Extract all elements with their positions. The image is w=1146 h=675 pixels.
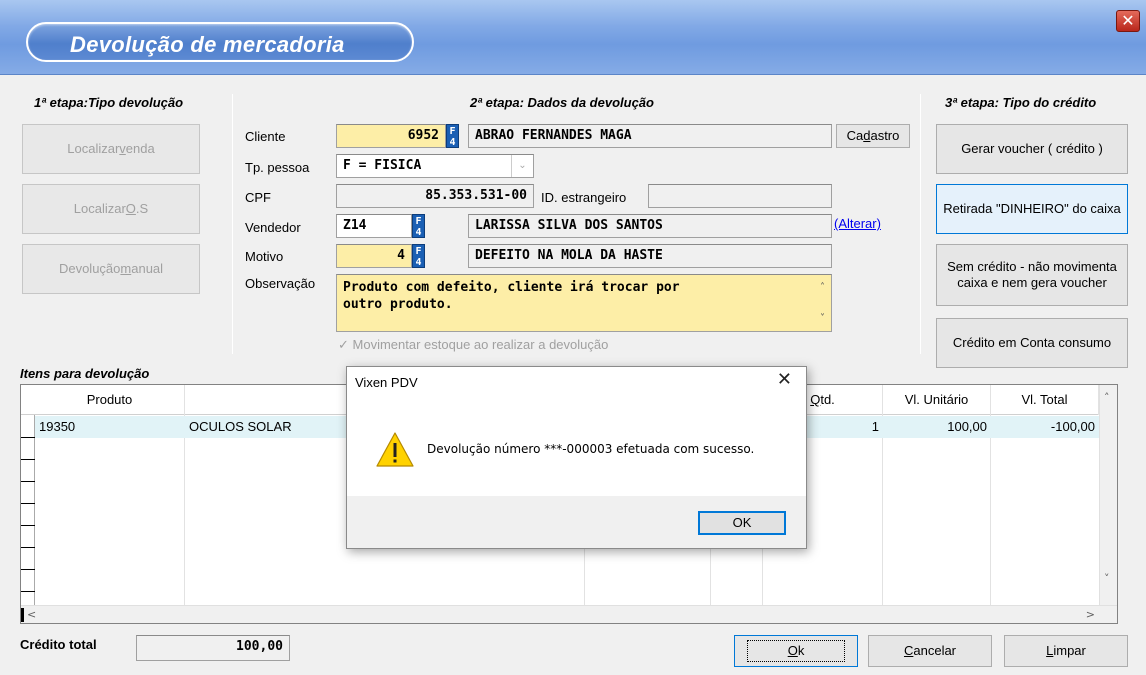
- window-title: Devolução de mercadoria: [70, 32, 345, 57]
- cpf-field[interactable]: 85.353.531-00: [336, 184, 534, 208]
- cliente-label: Cliente: [245, 129, 286, 144]
- warning-icon: [376, 432, 414, 467]
- vendedor-name-field: LARISSA SILVA DOS SANTOS: [468, 214, 832, 238]
- observacao-label: Observação: [245, 276, 316, 291]
- limpar-button[interactable]: Limpar: [1004, 635, 1128, 667]
- vendedor-code-field[interactable]: Z14: [336, 214, 412, 238]
- step2-title: 2ª etapa: Dados da devolução: [470, 95, 654, 110]
- col-produto: [35, 415, 185, 605]
- vertical-scrollbar[interactable]: ˄ ˅: [1099, 385, 1117, 605]
- separator-1: [232, 94, 233, 354]
- alterar-link[interactable]: (Alterar): [834, 216, 881, 231]
- main-window: Devolução de mercadoria ✕ 1ª etapa:Tipo …: [0, 0, 1146, 675]
- scroll-left-icon[interactable]: <: [27, 608, 36, 621]
- title-bar: Devolução de mercadoria ✕: [0, 0, 1146, 75]
- dialog-ok-button[interactable]: OK: [698, 511, 786, 535]
- retirada-dinheiro-button[interactable]: Retirada "DINHEIRO" do caixa: [936, 184, 1128, 234]
- scroll-up-icon[interactable]: ˄: [820, 279, 825, 296]
- close-icon[interactable]: ✕: [1116, 10, 1140, 32]
- step1-title: 1ª etapa:Tipo devolução: [34, 95, 184, 110]
- dialog-close-icon[interactable]: ✕: [777, 369, 792, 390]
- chevron-down-icon[interactable]: ⌄: [511, 155, 533, 177]
- itens-title: Itens para devolução: [20, 366, 150, 381]
- title-pill: Devolução de mercadoria: [26, 22, 414, 62]
- vendedor-f4-lookup-icon[interactable]: F 4: [412, 214, 425, 238]
- tp-pessoa-select[interactable]: F = FISICA ⌄: [336, 154, 534, 178]
- cliente-code-field[interactable]: 6952: [336, 124, 446, 148]
- scroll-down-icon[interactable]: ˅: [820, 310, 825, 327]
- horizontal-scrollbar[interactable]: < >: [21, 605, 1117, 623]
- localizar-venda-button[interactable]: Localizar v enda: [22, 124, 200, 174]
- observacao-textarea[interactable]: Produto com defeito, cliente irá trocar …: [336, 274, 832, 332]
- step3-title: 3ª etapa: Tipo do crédito: [945, 95, 1097, 110]
- cliente-f4-lookup-icon[interactable]: F 4: [446, 124, 459, 148]
- ok-button[interactable]: Ok: [734, 635, 858, 667]
- col-header-produto[interactable]: Produto: [35, 385, 185, 415]
- dialog-footer: OK: [347, 496, 806, 548]
- row-cursor: [21, 608, 24, 622]
- col-vl-unitario: [883, 415, 991, 605]
- cell-vl-total: -100,00: [1050, 419, 1095, 434]
- id-estrangeiro-label: ID. estrangeiro: [541, 190, 627, 205]
- check-icon: ✓: [338, 338, 349, 353]
- cliente-name-field: ABRAO FERNANDES MAGA: [468, 124, 832, 148]
- dialog-title: Vixen PDV: [355, 375, 418, 390]
- devolucao-manual-button[interactable]: Devolução m anual: [22, 244, 200, 294]
- movimentar-estoque-checkbox[interactable]: ✓ Movimentar estoque ao realizar a devol…: [338, 337, 608, 353]
- motivo-name-field: DEFEITO NA MOLA DA HASTE: [468, 244, 832, 268]
- credito-conta-consumo-button[interactable]: Crédito em Conta consumo: [936, 318, 1128, 368]
- motivo-code-field[interactable]: 4: [336, 244, 412, 268]
- gerar-voucher-button[interactable]: Gerar voucher ( crédito ): [936, 124, 1128, 174]
- scroll-up-icon[interactable]: ˄: [1104, 391, 1110, 404]
- vendedor-label: Vendedor: [245, 220, 301, 235]
- cell-codigo: 19350: [39, 419, 76, 434]
- motivo-f4-lookup-icon[interactable]: F 4: [412, 244, 425, 268]
- message-dialog: Vixen PDV ✕ Devolução número ***-000003 …: [346, 366, 807, 549]
- row-indicator: [21, 415, 35, 605]
- id-estrangeiro-field[interactable]: [648, 184, 832, 208]
- sem-credito-button[interactable]: Sem crédito - não movimenta caixa e nem …: [936, 244, 1128, 306]
- motivo-label: Motivo: [245, 249, 284, 264]
- col-header-vl-total[interactable]: Vl. Total: [991, 385, 1099, 415]
- dialog-message: Devolução número ***-000003 efetuada com…: [427, 442, 755, 456]
- scroll-right-icon[interactable]: >: [1086, 608, 1095, 621]
- cell-vl-unitario: 100,00: [947, 419, 987, 434]
- cpf-label: CPF: [245, 190, 271, 205]
- cadastro-button[interactable]: Ca d astro: [836, 124, 910, 148]
- tp-pessoa-label: Tp. pessoa: [245, 160, 310, 175]
- col-header-vl-unitario[interactable]: Vl. Unitário: [883, 385, 991, 415]
- localizar-os-button[interactable]: Localizar O .S: [22, 184, 200, 234]
- scroll-down-icon[interactable]: ˅: [1104, 572, 1110, 585]
- credito-total-label: Crédito total: [20, 637, 97, 652]
- credito-total-field: 100,00: [136, 635, 290, 661]
- separator-2: [920, 94, 921, 354]
- cancelar-button[interactable]: Cancelar: [868, 635, 992, 667]
